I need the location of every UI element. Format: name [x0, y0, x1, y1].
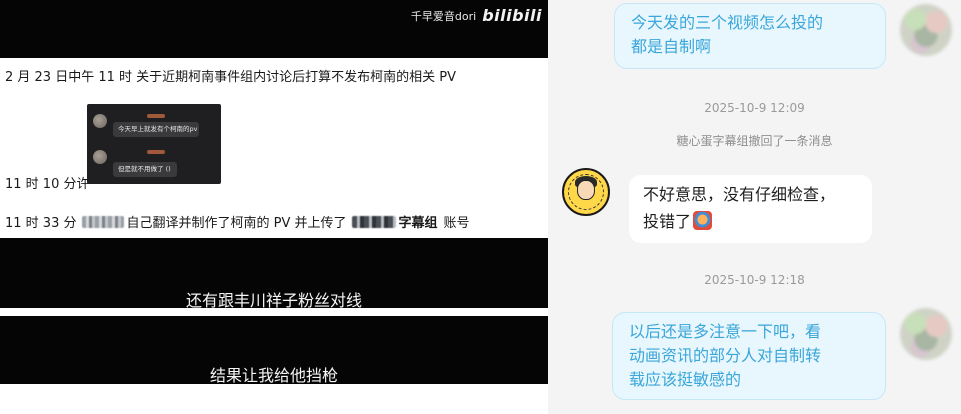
chat-thumb-bubble-2: 但是就不用做了 (): [113, 162, 177, 177]
line3-time: 11 时 33 分: [5, 216, 77, 231]
avatar[interactable]: [900, 4, 952, 56]
video-montage-panel: 千早爱音dori bilibili 2 月 23 日中午 11 时 关于近期柯南…: [0, 0, 548, 414]
message-text: 载应该挺敏感的: [629, 370, 742, 389]
blurred-name: [147, 114, 165, 118]
line3-bold: 字幕组: [398, 216, 438, 231]
video-subtitle: 还有跟丰川祥子粉丝对线: [185, 291, 362, 310]
video-frame-bottom: 结果让我给他挡枪: [0, 316, 548, 385]
bilibili-logo: bilibili: [482, 6, 542, 25]
chat-thumb-bubble-1: 今天早上就发有个柯南的pv: [113, 122, 199, 137]
message-text: 投错了: [643, 212, 692, 231]
avatar-face: [577, 180, 595, 200]
message-timestamp: 2025-10-9 12:09: [704, 101, 805, 115]
blurred-name: [147, 150, 165, 154]
chat-panel: 今天发的三个视频怎么投的 都是自制啊 2025-10-9 12:09 糖心蛋字幕…: [548, 0, 961, 414]
recall-notice: 糖心蛋字幕组撤回了一条消息: [676, 134, 833, 148]
chat-screenshot-thumbnail: 今天早上就发有个柯南的pv 但是就不用做了 (): [87, 104, 221, 184]
line3-body: 自己翻译并制作了柯南的 PV 并上传了: [126, 216, 347, 231]
watermark-text: 千早爱音dori: [410, 9, 477, 23]
message-bubble-self[interactable]: 今天发的三个视频怎么投的 都是自制啊: [614, 3, 886, 69]
message-text: 今天发的三个视频怎么投的: [631, 13, 824, 32]
document-line-2: 11 时 10 分许: [5, 177, 90, 192]
crying-face-emoji-icon: [693, 211, 713, 230]
message-text: 都是自制啊: [631, 37, 712, 56]
message-text: 动画资讯的部分人对自制转: [629, 346, 822, 365]
avatar[interactable]: [900, 308, 952, 360]
uploader-watermark: 千早爱音dori bilibili: [411, 6, 542, 25]
message-text: 以后还是多注意一下吧，看: [629, 322, 822, 341]
message-timestamp: 2025-10-9 12:18: [704, 273, 805, 287]
avatar: [93, 150, 107, 164]
blurred-name: [82, 215, 125, 228]
message-bubble-other[interactable]: 不好意思，没有仔细检查， 投错了: [629, 175, 872, 243]
avatar[interactable]: [562, 168, 610, 216]
video-subtitle: 结果让我给他挡枪: [209, 366, 338, 385]
blurred-name: [352, 215, 397, 228]
message-text: 不好意思，没有仔细检查，: [643, 185, 836, 204]
document-line-1: 2 月 23 日中午 11 时 关于近期柯南事件组内讨论后打算不发布柯南的相关 …: [5, 70, 457, 85]
document-line-3: 11 时 33 分 自己翻译并制作了柯南的 PV 并上传了 字幕组 账号: [5, 212, 470, 231]
video-frame-middle: 还有跟丰川祥子粉丝对线: [0, 238, 548, 310]
video-frame-top: 千早爱音dori bilibili: [0, 0, 548, 58]
line3-tail: 账号: [443, 216, 470, 231]
avatar: [93, 114, 107, 128]
message-bubble-self[interactable]: 以后还是多注意一下吧，看 动画资讯的部分人对自制转 载应该挺敏感的: [612, 312, 886, 400]
